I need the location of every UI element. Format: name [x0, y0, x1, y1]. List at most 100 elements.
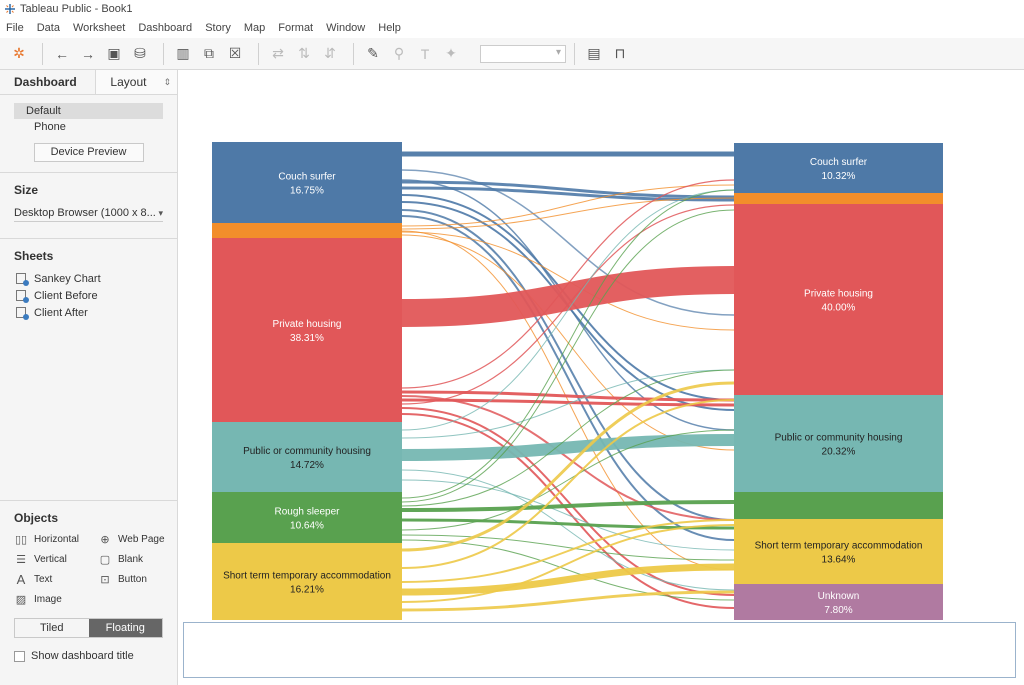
toolbar-separator: [574, 42, 575, 65]
object-blank[interactable]: ▢ Blank: [98, 552, 176, 566]
sheet-item[interactable]: Sankey Chart: [14, 270, 163, 287]
toolbar-separator: [258, 42, 259, 65]
sankey-node-left: Rough sleeper 10.64%: [212, 492, 402, 543]
new-data-source-icon[interactable]: ⛁: [129, 43, 151, 65]
toolbar-separator: [163, 42, 164, 65]
sankey-flows: [401, 151, 735, 612]
fit-dropdown[interactable]: [480, 44, 566, 63]
sankey-node-label: Couch surfer: [810, 157, 868, 168]
sort-ascending-icon[interactable]: ⇅: [293, 43, 315, 65]
sheet-label: Sankey Chart: [34, 272, 101, 285]
globe-icon: ⊕: [100, 533, 110, 546]
sort-descending-icon[interactable]: ⇵: [319, 43, 341, 65]
menu-file[interactable]: File: [6, 22, 24, 34]
menu-format[interactable]: Format: [278, 22, 313, 34]
sankey-node-label: Public or community housing: [243, 446, 371, 457]
sankey-node-bar: [734, 143, 943, 193]
worksheet-icon: [16, 273, 29, 286]
object-label: Image: [34, 593, 62, 605]
menu-map[interactable]: Map: [244, 22, 265, 34]
toolbar-separator: [353, 42, 354, 65]
device-phone[interactable]: Phone: [14, 119, 163, 135]
show-title-label: Show dashboard title: [31, 650, 134, 662]
sankey-node-left: Private housing 38.31%: [212, 238, 402, 422]
redo-icon[interactable]: →: [77, 43, 99, 65]
show-dashboard-title-checkbox[interactable]: Show dashboard title: [14, 650, 163, 662]
objects-panel: Objects ▯▯ Horizontal ⊕ Web Page ☰ Vertical…: [0, 500, 177, 662]
new-worksheet-icon[interactable]: ▥: [172, 43, 194, 65]
sankey-node-bar: [734, 193, 943, 204]
side-panel-tabs: Dashboard Layout ⇕: [0, 70, 177, 95]
menu-worksheet[interactable]: Worksheet: [73, 22, 125, 34]
sankey-node-right: Public or community housing 20.32%: [734, 395, 943, 492]
dashboard-canvas[interactable]: Couch surfer 16.75% Private housing 38.31% P…: [178, 70, 1024, 685]
sankey-node-label: Private housing: [273, 319, 342, 330]
object-horizontal[interactable]: ▯▯ Horizontal: [14, 532, 98, 546]
sankey-node-pct: 10.32%: [822, 171, 856, 182]
sankey-node-pct: 40.00%: [822, 303, 856, 314]
sankey-node-bar: [734, 204, 943, 395]
device-default[interactable]: Default: [14, 103, 163, 119]
blank-icon: ▢: [99, 553, 111, 566]
object-vertical[interactable]: ☰ Vertical: [14, 552, 98, 566]
object-button[interactable]: ⊡ Button: [98, 572, 176, 586]
presentation-mode-icon[interactable]: ⊓: [609, 43, 631, 65]
dashboard-side-panel: Dashboard Layout ⇕ Default Phone Device …: [0, 70, 178, 685]
sankey-node-bar: [734, 395, 943, 492]
sankey-node-label: Unknown: [818, 591, 860, 602]
menu-data[interactable]: Data: [37, 22, 60, 34]
sankey-node-label: Short term temporary accommodation: [755, 541, 923, 552]
tab-dashboard[interactable]: Dashboard: [0, 70, 97, 94]
tab-layout[interactable]: Layout ⇕: [96, 70, 177, 94]
size-dropdown[interactable]: Desktop Browser (1000 x 8... ▾: [14, 204, 163, 222]
divider: [0, 172, 177, 173]
menu-help[interactable]: Help: [378, 22, 401, 34]
sankey-node-left: [212, 223, 402, 238]
object-web-page[interactable]: ⊕ Web Page: [98, 532, 176, 546]
highlight-icon[interactable]: ✎: [362, 43, 384, 65]
menu-bar: File Data Worksheet Dashboard Story Map …: [0, 18, 1024, 38]
sankey-node-bar: [212, 238, 402, 422]
sankey-node-bar: [212, 223, 402, 238]
sheet-label: Client After: [34, 306, 88, 319]
sankey-node-left: Public or community housing 14.72%: [212, 422, 402, 492]
sheets-heading: Sheets: [14, 249, 54, 263]
floating-button[interactable]: Floating: [88, 619, 162, 637]
sankey-chart[interactable]: Couch surfer16.75%Private housing38.31%P…: [178, 70, 1024, 685]
chevron-down-icon: ▾: [158, 208, 163, 218]
sankey-node-pct: 13.64%: [822, 555, 856, 566]
group-icon[interactable]: ⚲: [388, 43, 410, 65]
show-labels-icon[interactable]: T: [414, 43, 436, 65]
menu-story[interactable]: Story: [205, 22, 231, 34]
menu-window[interactable]: Window: [326, 22, 365, 34]
tab-menu-icon[interactable]: ⇕: [163, 77, 171, 88]
worksheet-icon: [16, 290, 29, 303]
sankey-node-right: [734, 492, 943, 519]
undo-icon[interactable]: ←: [51, 43, 73, 65]
floating-blank-object[interactable]: [183, 622, 1016, 678]
object-label: Horizontal: [34, 533, 80, 545]
object-image[interactable]: ▨ Image: [14, 592, 98, 606]
sankey-node-right: Private housing 40.00%: [734, 204, 943, 395]
show-me-icon[interactable]: ▤: [583, 43, 605, 65]
duplicate-sheet-icon[interactable]: ⧉: [198, 43, 220, 65]
device-preview-button[interactable]: Device Preview: [33, 143, 144, 162]
objects-section: Objects ▯▯ Horizontal ⊕ Web Page ☰ Vertical…: [0, 511, 177, 662]
sheet-item[interactable]: Client Before: [14, 287, 163, 304]
clear-sheet-icon[interactable]: ☒: [224, 43, 246, 65]
object-text[interactable]: A Text: [14, 572, 98, 587]
tableau-home-icon[interactable]: ✲: [8, 43, 30, 65]
sankey-node-left: Couch surfer 16.75%: [212, 142, 402, 223]
horizontal-container-icon: ▯▯: [14, 533, 28, 546]
save-icon[interactable]: ▣: [103, 43, 125, 65]
tiled-button[interactable]: Tiled: [15, 619, 89, 637]
pin-icon[interactable]: ✦: [440, 43, 462, 65]
sankey-node-label: Couch surfer: [278, 172, 336, 183]
sheet-item[interactable]: Client After: [14, 304, 163, 321]
menu-dashboard[interactable]: Dashboard: [138, 22, 192, 34]
swap-icon[interactable]: ⇄: [267, 43, 289, 65]
sankey-node-label: Short term temporary accommodation: [223, 571, 391, 582]
sankey-node-bar: [734, 519, 943, 584]
sankey-flow: [401, 469, 735, 591]
sankey-node-pct: 20.32%: [822, 447, 856, 458]
